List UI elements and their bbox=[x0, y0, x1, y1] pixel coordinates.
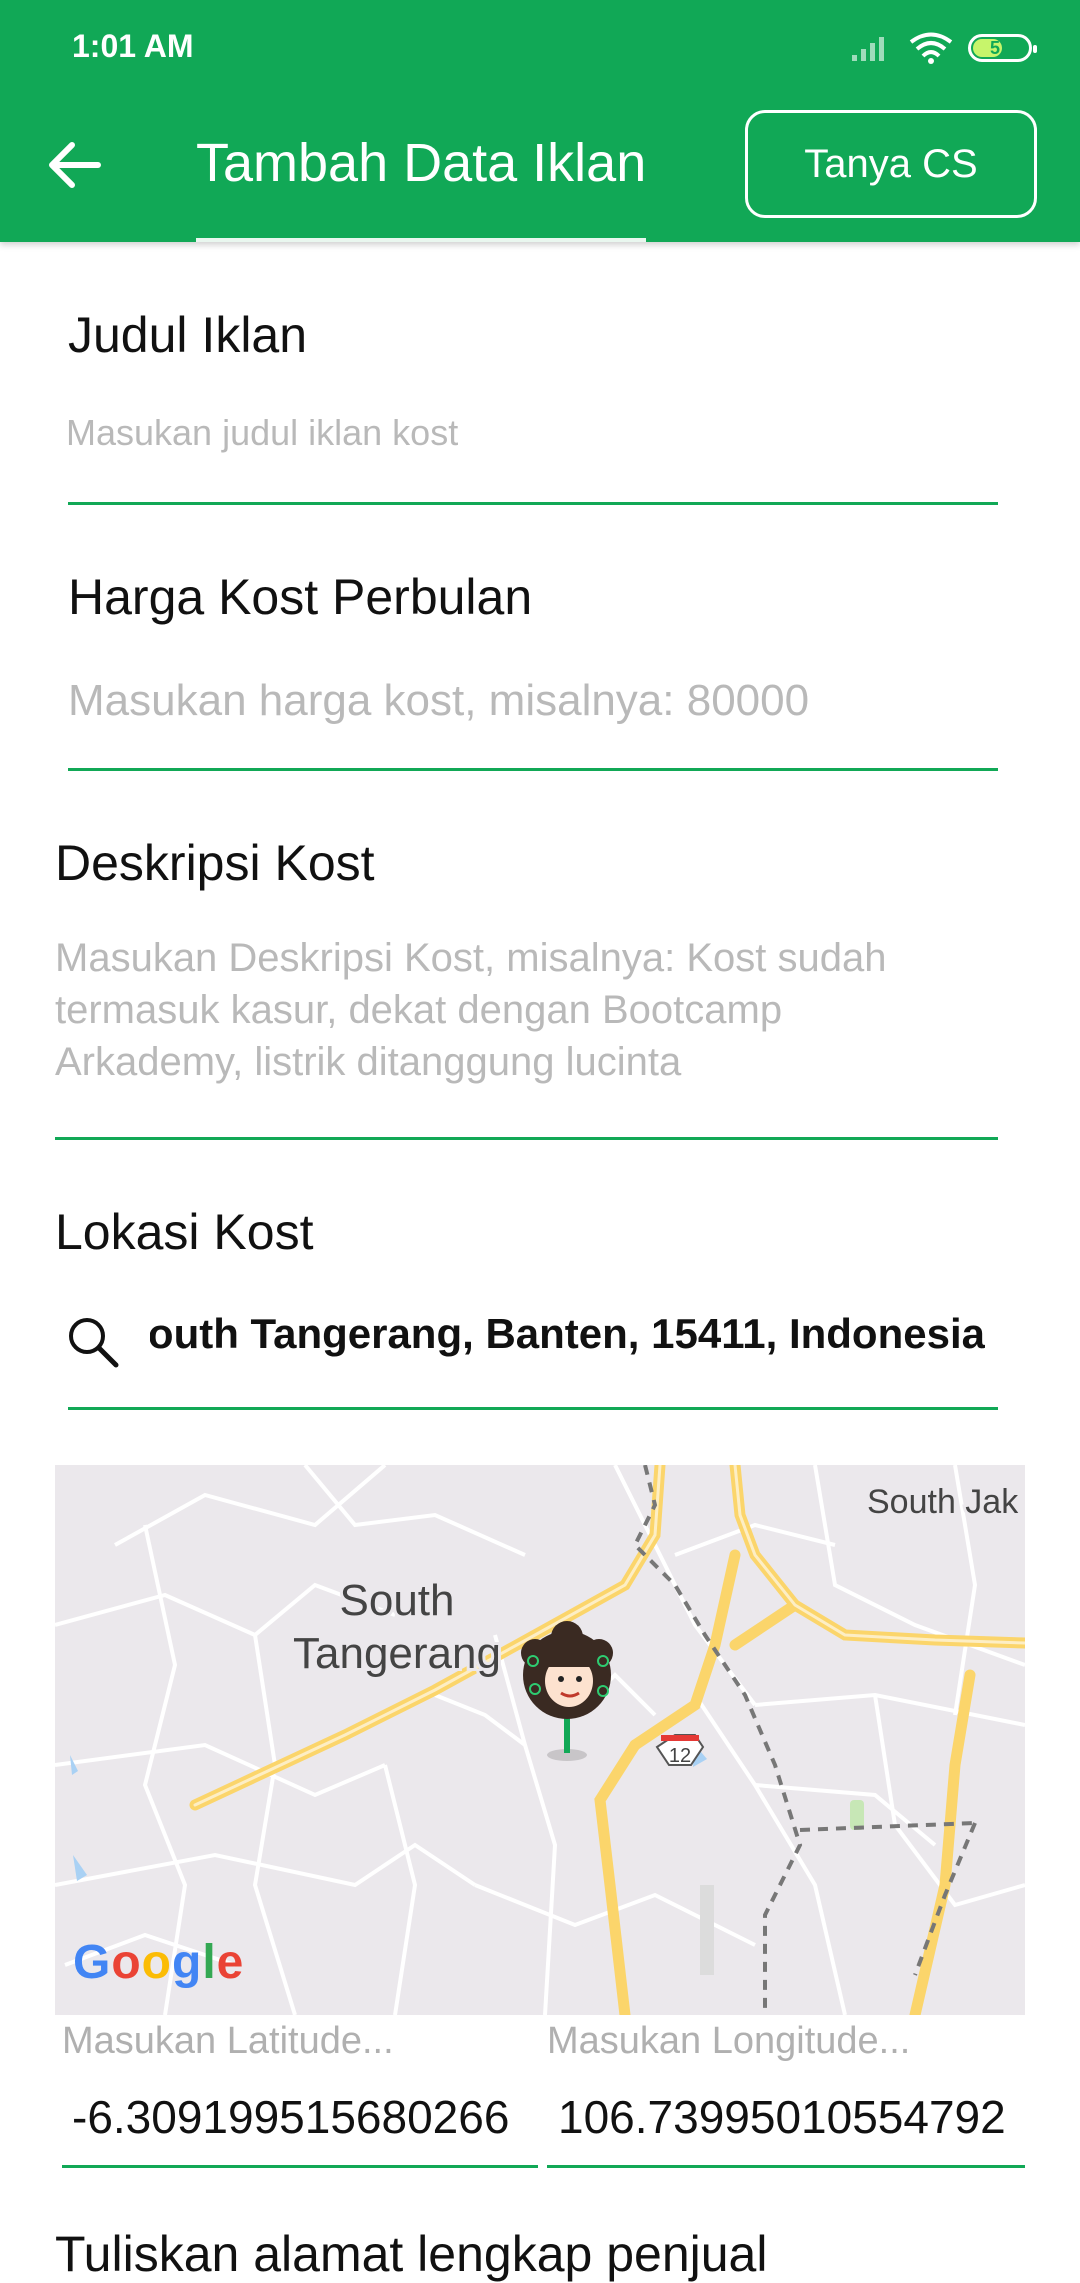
location-pin-icon[interactable] bbox=[521, 1621, 613, 1761]
latitude-underline bbox=[62, 2165, 538, 2168]
status-time: 1:01 AM bbox=[72, 28, 194, 64]
alamat-label: Tuliskan alamat lengkap penjual bbox=[55, 2226, 768, 2282]
harga-underline bbox=[68, 768, 998, 771]
deskripsi-placeholder-line: Arkademy, listrik ditanggung lucinta bbox=[55, 1040, 682, 1084]
latitude-label: Masukan Latitude... bbox=[62, 2020, 394, 2062]
title-underline bbox=[196, 238, 646, 242]
ask-cs-label: Tanya CS bbox=[804, 141, 978, 186]
wifi-icon bbox=[909, 32, 953, 64]
lokasi-label: Lokasi Kost bbox=[55, 1204, 314, 1260]
map-label-south-jakarta: South Jak bbox=[867, 1483, 1019, 1521]
battery-icon: 57 bbox=[968, 34, 1037, 62]
deskripsi-label: Deskripsi Kost bbox=[55, 835, 375, 891]
map-graphics: 12 South Tangerang South Jak bbox=[55, 1465, 1025, 2015]
longitude-input[interactable]: 106.73995010554792 bbox=[558, 2090, 1006, 2144]
map-label-south: South bbox=[340, 1576, 455, 1625]
ask-cs-button[interactable]: Tanya CS bbox=[745, 110, 1037, 218]
location-search-input[interactable]: South Tangerang, Banten, 15411, Indonesi… bbox=[150, 1310, 985, 1370]
app-bar: 1:01 AM 57 Tambah Data Iklan Tanya CS bbox=[0, 0, 1080, 242]
page-title: Tambah Data Iklan bbox=[196, 133, 647, 193]
harga-input[interactable]: Masukan harga kost, misalnya: 80000 bbox=[68, 676, 809, 726]
back-button[interactable] bbox=[40, 130, 110, 200]
signal-icon bbox=[852, 37, 884, 61]
battery-level: 57 bbox=[989, 37, 1011, 58]
judul-underline bbox=[68, 502, 998, 505]
judul-input[interactable]: Masukan judul iklan kost bbox=[66, 412, 458, 454]
search-icon[interactable] bbox=[64, 1313, 120, 1369]
status-icons: 57 bbox=[850, 28, 1037, 68]
arrow-left-icon bbox=[49, 142, 101, 188]
google-logo: Google bbox=[73, 1936, 245, 1989]
judul-label: Judul Iklan bbox=[68, 307, 308, 363]
harga-label: Harga Kost Perbulan bbox=[68, 569, 533, 625]
lokasi-underline bbox=[68, 1407, 998, 1410]
location-search-value: South Tangerang, Banten, 15411, Indonesi… bbox=[150, 1310, 985, 1357]
route-number: 12 bbox=[669, 1745, 691, 1767]
longitude-underline bbox=[547, 2165, 1025, 2168]
deskripsi-input[interactable]: Masukan Deskripsi Kost, misalnya: Kost s… bbox=[55, 932, 886, 1088]
location-map[interactable]: 12 South Tangerang South Jak Google bbox=[55, 1465, 1025, 2015]
deskripsi-placeholder-line: termasuk kasur, dekat dengan Bootcamp bbox=[55, 988, 783, 1032]
map-label-tangerang: Tangerang bbox=[293, 1629, 501, 1678]
latitude-input[interactable]: -6.309199515680266 bbox=[72, 2090, 509, 2144]
longitude-label: Masukan Longitude... bbox=[547, 2020, 911, 2062]
deskripsi-placeholder-line: Masukan Deskripsi Kost, misalnya: Kost s… bbox=[55, 936, 887, 980]
deskripsi-underline bbox=[55, 1137, 998, 1140]
